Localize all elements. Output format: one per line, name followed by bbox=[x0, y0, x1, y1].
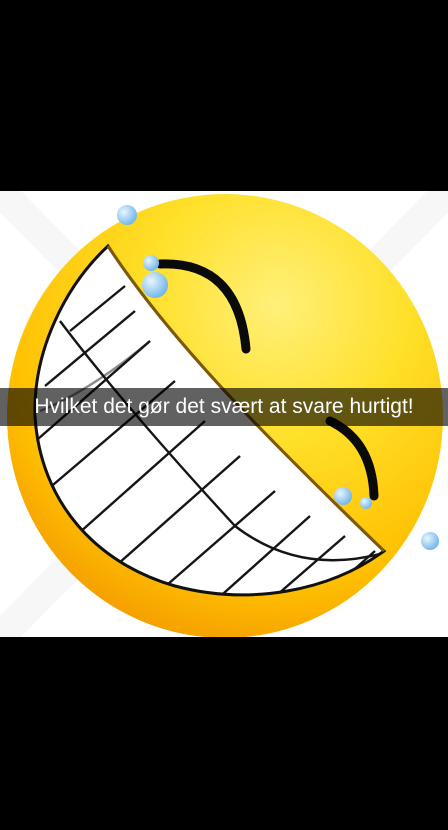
snap-screen: Hvilket det gør det svært at svare hurti… bbox=[0, 0, 448, 830]
caption-text: Hvilket det gør det svært at svare hurti… bbox=[34, 395, 414, 418]
caption-bar: Hvilket det gør det svært at svare hurti… bbox=[0, 388, 448, 426]
